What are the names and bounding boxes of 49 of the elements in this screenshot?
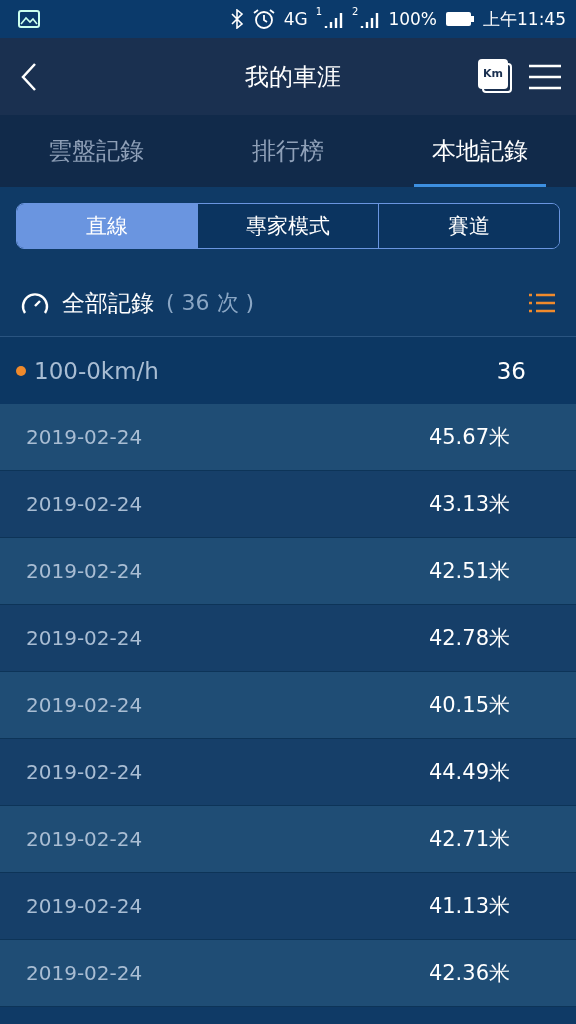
section-title: 全部記錄 — [62, 288, 154, 318]
record-date: 2019-02-24 — [26, 760, 144, 784]
record-distance: 42.78米 — [428, 625, 510, 652]
record-count: ( 36 次 ) — [166, 289, 256, 317]
page-title: 我的車涯 — [244, 61, 342, 93]
battery-level: 100% — [388, 9, 437, 29]
network-type: 4G — [283, 9, 308, 29]
record-distance: 42.51米 — [428, 558, 510, 585]
record-date: 2019-02-24 — [26, 961, 144, 985]
record-distance: 45.67米 — [428, 424, 510, 451]
back-icon[interactable] — [20, 61, 38, 92]
bluetooth-icon — [229, 9, 244, 29]
menu-icon[interactable] — [528, 62, 562, 91]
tab[interactable]: 雲盤記錄 — [0, 115, 192, 187]
segment-button[interactable]: 專家模式 — [197, 204, 378, 248]
record-date: 2019-02-24 — [26, 827, 144, 851]
category-label: 100-0km/h — [34, 357, 160, 384]
record-distance: 43.13米 — [428, 491, 510, 518]
record-date: 2019-02-24 — [26, 626, 144, 650]
record-distance: 40.15米 — [428, 692, 510, 719]
record-row[interactable]: 2019-02-24 40.15米 — [0, 672, 576, 739]
list-icon[interactable] — [528, 292, 556, 314]
record-row[interactable]: 2019-02-24 43.13米 — [0, 471, 576, 538]
record-distance: 42.36米 — [428, 960, 510, 987]
record-row[interactable]: 2019-02-24 44.49米 — [0, 739, 576, 806]
record-distance: 42.71米 — [428, 826, 510, 853]
record-distance: 41.13米 — [428, 893, 510, 920]
record-row[interactable]: 2019-02-24 42.71米 — [0, 806, 576, 873]
segment-button[interactable]: 賽道 — [378, 204, 559, 248]
alarm-clock-icon — [251, 8, 276, 30]
record-row[interactable]: 2019-02-24 42.36米 — [0, 940, 576, 1007]
battery-icon — [445, 10, 475, 28]
record-row[interactable]: 2019-02-24 42.51米 — [0, 538, 576, 605]
record-date: 2019-02-24 — [26, 894, 144, 918]
record-date: 2019-02-24 — [26, 559, 144, 583]
record-row[interactable]: 2019-02-24 41.13米 — [0, 873, 576, 940]
record-row[interactable]: 2019-02-24 42.78米 — [0, 605, 576, 672]
sim-number: 1 — [315, 6, 322, 17]
category-count: 36 — [496, 357, 526, 384]
tab[interactable]: 排行榜 — [192, 115, 384, 187]
tab[interactable]: 本地記錄 — [384, 115, 576, 187]
record-date: 2019-02-24 — [26, 693, 144, 717]
clock-time: 上午11:45 — [483, 7, 566, 31]
record-distance: 44.49米 — [428, 759, 510, 786]
record-date: 2019-02-24 — [26, 425, 144, 449]
image-icon — [18, 10, 40, 28]
record-date: 2019-02-24 — [26, 492, 144, 516]
record-row[interactable]: 2019-02-24 45.67米 — [0, 404, 576, 471]
sim-number: 2 — [352, 6, 359, 17]
